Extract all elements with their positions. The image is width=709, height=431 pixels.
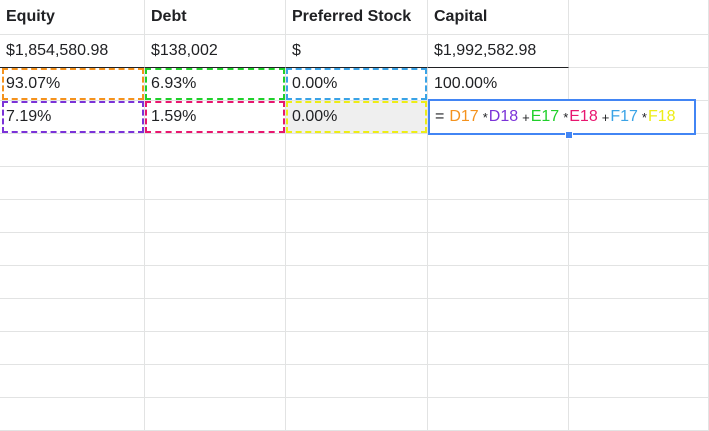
cell-empty[interactable]	[145, 233, 286, 266]
cell-empty[interactable]	[286, 233, 428, 266]
formula-ref-d18: D18	[488, 108, 519, 125]
cell-empty[interactable]	[428, 398, 569, 431]
cell-empty[interactable]	[145, 200, 286, 233]
cell-equity-value[interactable]: $1,854,580.98	[0, 35, 145, 68]
formula-operator: +	[601, 109, 610, 125]
cell-empty[interactable]	[569, 332, 709, 365]
cell-empty[interactable]	[145, 398, 286, 431]
formula-operator: *	[563, 109, 569, 125]
formula-operator: +	[522, 109, 530, 125]
formula-ref-e17: E17	[530, 108, 560, 125]
cell-empty[interactable]	[569, 68, 709, 101]
formula-operator: *	[641, 109, 647, 125]
formula-operator: *	[482, 109, 488, 125]
cell-empty[interactable]	[0, 332, 145, 365]
cell-empty[interactable]	[145, 299, 286, 332]
formula-ref-d17: D17	[449, 108, 479, 125]
cell-empty[interactable]	[569, 200, 709, 233]
cell-empty[interactable]	[569, 398, 709, 431]
cell-empty[interactable]	[428, 167, 569, 200]
cell-empty[interactable]	[569, 266, 709, 299]
cell-header-capital[interactable]: Capital	[428, 0, 569, 35]
cell-empty[interactable]	[145, 332, 286, 365]
cell-header-equity[interactable]: Equity	[0, 0, 145, 35]
formula-ref-e18: E18	[569, 108, 598, 125]
spreadsheet-grid: Equity Debt Preferred Stock Capital $1,8…	[0, 0, 709, 431]
formula-ref-f18: F18	[647, 108, 676, 125]
cell-empty[interactable]	[0, 365, 145, 398]
cell-empty[interactable]	[569, 35, 709, 68]
cell-empty[interactable]	[0, 299, 145, 332]
formula-editor[interactable]: = D17 * D18 + E17 * E18 + F17 * F18	[428, 99, 696, 135]
cell-empty[interactable]	[286, 299, 428, 332]
cell-empty[interactable]	[286, 266, 428, 299]
cell-capital-weight[interactable]: 100.00%	[428, 68, 569, 101]
cell-empty[interactable]	[145, 266, 286, 299]
cell-empty[interactable]	[569, 134, 709, 167]
cell-empty[interactable]	[145, 365, 286, 398]
cell-empty[interactable]	[286, 200, 428, 233]
cell-empty[interactable]	[286, 332, 428, 365]
cell-header-debt[interactable]: Debt	[145, 0, 286, 35]
cell-empty[interactable]	[286, 398, 428, 431]
cell-empty[interactable]	[428, 365, 569, 398]
cell-empty[interactable]	[0, 398, 145, 431]
cell-debt-weight[interactable]: 6.93%	[145, 68, 286, 101]
formula-ref-f17: F17	[610, 108, 638, 125]
cell-empty[interactable]	[428, 332, 569, 365]
cell-empty[interactable]	[428, 233, 569, 266]
cell-preferred-value[interactable]: $	[286, 35, 428, 68]
cell-empty[interactable]	[145, 167, 286, 200]
cell-empty[interactable]	[569, 0, 709, 35]
cell-empty[interactable]	[0, 266, 145, 299]
cell-empty[interactable]	[569, 233, 709, 266]
cell-preferred-cost[interactable]: 0.00%	[286, 101, 428, 134]
cell-debt-cost[interactable]: 1.59%	[145, 101, 286, 134]
cell-empty[interactable]	[0, 167, 145, 200]
cell-header-preferred-stock[interactable]: Preferred Stock	[286, 0, 428, 35]
cell-equity-cost[interactable]: 7.19%	[0, 101, 145, 134]
cell-empty[interactable]	[569, 299, 709, 332]
cell-debt-value[interactable]: $138,002	[145, 35, 286, 68]
cell-empty[interactable]	[286, 134, 428, 167]
formula-equals: =	[435, 108, 445, 125]
cell-empty[interactable]	[569, 167, 709, 200]
cell-empty[interactable]	[286, 167, 428, 200]
cell-capital-value[interactable]: $1,992,582.98	[428, 35, 569, 68]
cell-empty[interactable]	[428, 134, 569, 167]
cell-empty[interactable]	[428, 299, 569, 332]
cell-empty[interactable]	[428, 266, 569, 299]
cell-empty[interactable]	[145, 134, 286, 167]
cell-equity-weight[interactable]: 93.07%	[0, 68, 145, 101]
cell-preferred-weight[interactable]: 0.00%	[286, 68, 428, 101]
cell-empty[interactable]	[428, 200, 569, 233]
fill-handle[interactable]	[565, 131, 573, 139]
cell-empty[interactable]	[286, 365, 428, 398]
cell-empty[interactable]	[0, 233, 145, 266]
cell-empty[interactable]	[569, 365, 709, 398]
cell-empty[interactable]	[0, 200, 145, 233]
cell-empty[interactable]	[0, 134, 145, 167]
